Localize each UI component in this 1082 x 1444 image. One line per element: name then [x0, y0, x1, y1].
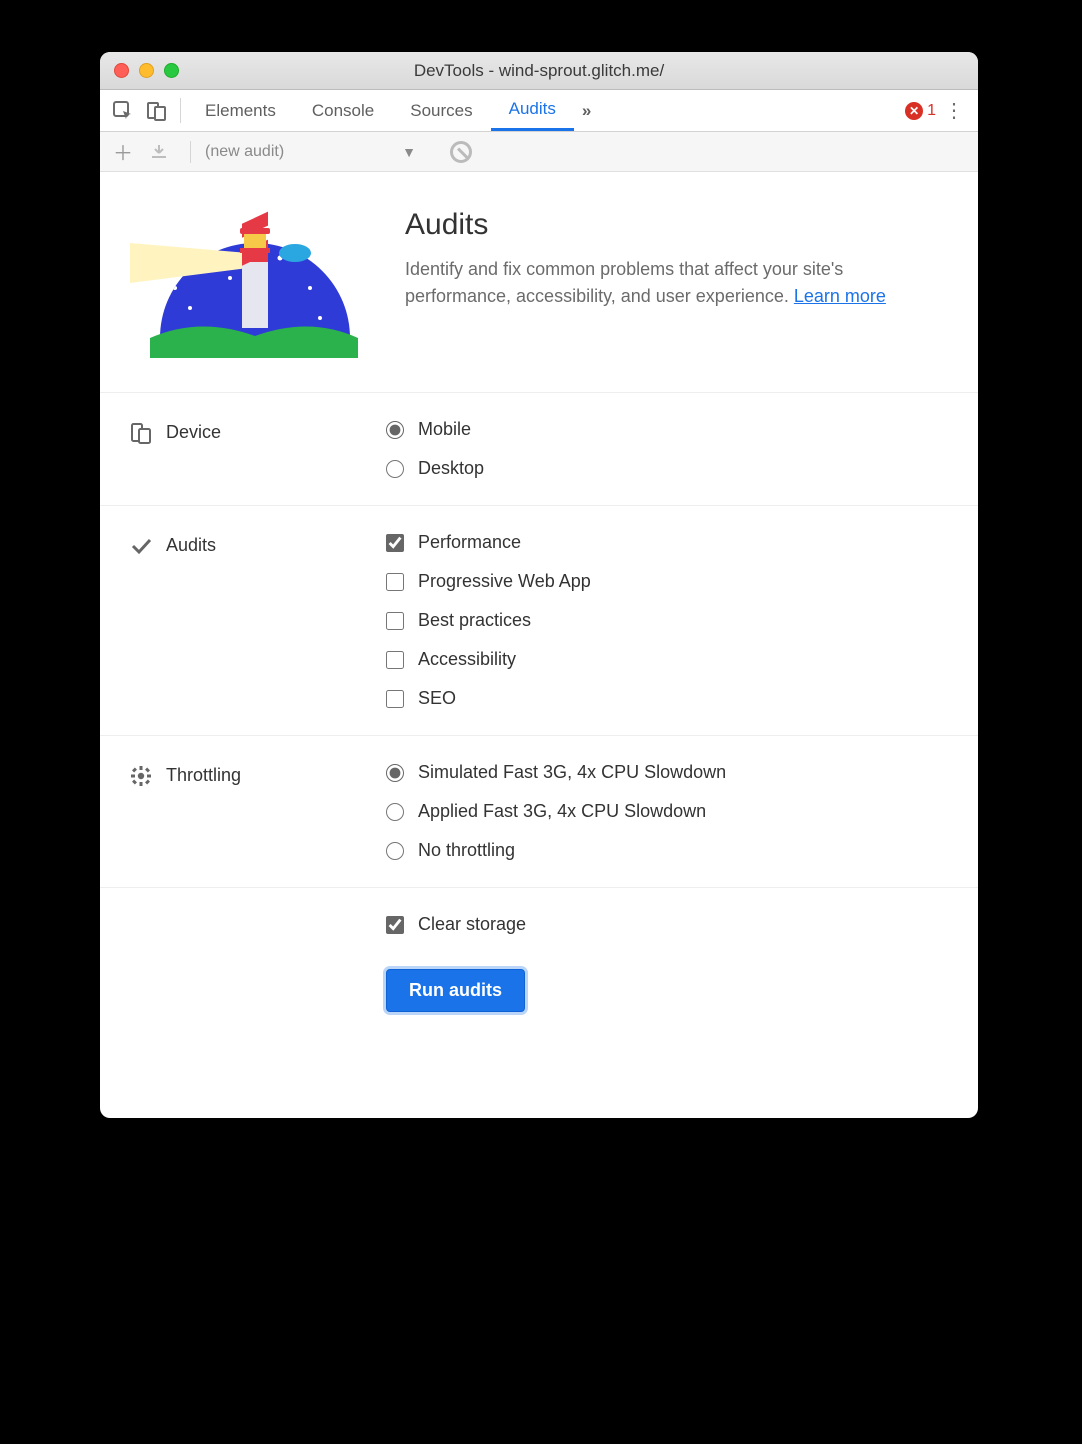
- separator: [190, 141, 191, 163]
- window-title: DevTools - wind-sprout.glitch.me/: [100, 61, 978, 81]
- close-window-button[interactable]: [114, 63, 129, 78]
- audits-panel: Audits Identify and fix common problems …: [100, 172, 978, 1118]
- inspect-element-icon[interactable]: [106, 90, 140, 131]
- error-count-badge[interactable]: ✕ 1: [905, 102, 936, 120]
- audit-check-performance[interactable]: [386, 534, 404, 552]
- audit-option-pwa[interactable]: Progressive Web App: [386, 571, 948, 592]
- audit-option-best-practices[interactable]: Best practices: [386, 610, 948, 631]
- device-section: Device Mobile Desktop: [100, 393, 978, 506]
- gear-icon: [130, 765, 152, 787]
- error-icon: ✕: [905, 102, 923, 120]
- intro-section: Audits Identify and fix common problems …: [100, 172, 978, 393]
- download-icon[interactable]: [150, 143, 176, 161]
- tab-sources[interactable]: Sources: [392, 90, 490, 131]
- clear-storage-check[interactable]: [386, 916, 404, 934]
- audit-check-seo[interactable]: [386, 690, 404, 708]
- device-icon: [130, 422, 152, 444]
- check-icon: [130, 535, 152, 557]
- learn-more-link[interactable]: Learn more: [794, 286, 886, 306]
- device-radio-mobile[interactable]: [386, 421, 404, 439]
- tabs-overflow[interactable]: »: [574, 90, 599, 131]
- panel-heading: Audits: [405, 208, 948, 242]
- throttling-radio-simulated[interactable]: [386, 764, 404, 782]
- audits-toolbar: ＋ (new audit) ▼: [100, 132, 978, 172]
- minimize-window-button[interactable]: [139, 63, 154, 78]
- clear-storage-option[interactable]: Clear storage: [386, 914, 948, 935]
- throttling-option-simulated[interactable]: Simulated Fast 3G, 4x CPU Slowdown: [386, 762, 948, 783]
- throttling-radio-none[interactable]: [386, 842, 404, 860]
- throttling-option-applied[interactable]: Applied Fast 3G, 4x CPU Slowdown: [386, 801, 948, 822]
- throttling-section: Throttling Simulated Fast 3G, 4x CPU Slo…: [100, 736, 978, 888]
- device-radio-desktop[interactable]: [386, 460, 404, 478]
- audit-selector[interactable]: (new audit): [205, 143, 284, 161]
- device-toolbar-icon[interactable]: [140, 90, 174, 131]
- throttling-label: Throttling: [166, 765, 241, 786]
- tab-audits[interactable]: Audits: [491, 90, 574, 131]
- audit-check-best-practices[interactable]: [386, 612, 404, 630]
- separator: [180, 98, 181, 123]
- titlebar: DevTools - wind-sprout.glitch.me/: [100, 52, 978, 90]
- audit-option-accessibility[interactable]: Accessibility: [386, 649, 948, 670]
- audits-section: Audits Performance Progressive Web App B…: [100, 506, 978, 736]
- new-audit-icon[interactable]: ＋: [110, 137, 136, 166]
- error-count: 1: [927, 102, 936, 120]
- chevron-down-icon[interactable]: ▼: [402, 144, 416, 160]
- audits-label: Audits: [166, 535, 216, 556]
- run-audits-button[interactable]: Run audits: [386, 969, 525, 1012]
- audit-check-pwa[interactable]: [386, 573, 404, 591]
- throttling-option-none[interactable]: No throttling: [386, 840, 948, 861]
- zoom-window-button[interactable]: [164, 63, 179, 78]
- device-option-desktop[interactable]: Desktop: [386, 458, 948, 479]
- devtools-menu-icon[interactable]: ⋮: [942, 98, 966, 123]
- device-label: Device: [166, 422, 221, 443]
- audit-option-performance[interactable]: Performance: [386, 532, 948, 553]
- throttling-radio-applied[interactable]: [386, 803, 404, 821]
- panel-description: Identify and fix common problems that af…: [405, 256, 948, 310]
- audit-option-seo[interactable]: SEO: [386, 688, 948, 709]
- device-option-mobile[interactable]: Mobile: [386, 419, 948, 440]
- devtools-window: DevTools - wind-sprout.glitch.me/ Elemen…: [100, 52, 978, 1118]
- clear-icon[interactable]: [450, 141, 472, 163]
- clear-storage-section: Clear storage: [100, 888, 978, 961]
- tab-console[interactable]: Console: [294, 90, 392, 131]
- tab-elements[interactable]: Elements: [187, 90, 294, 131]
- traffic-lights: [114, 63, 179, 78]
- lighthouse-illustration: [130, 208, 375, 358]
- devtools-tabstrip: Elements Console Sources Audits » ✕ 1 ⋮: [100, 90, 978, 132]
- audit-check-accessibility[interactable]: [386, 651, 404, 669]
